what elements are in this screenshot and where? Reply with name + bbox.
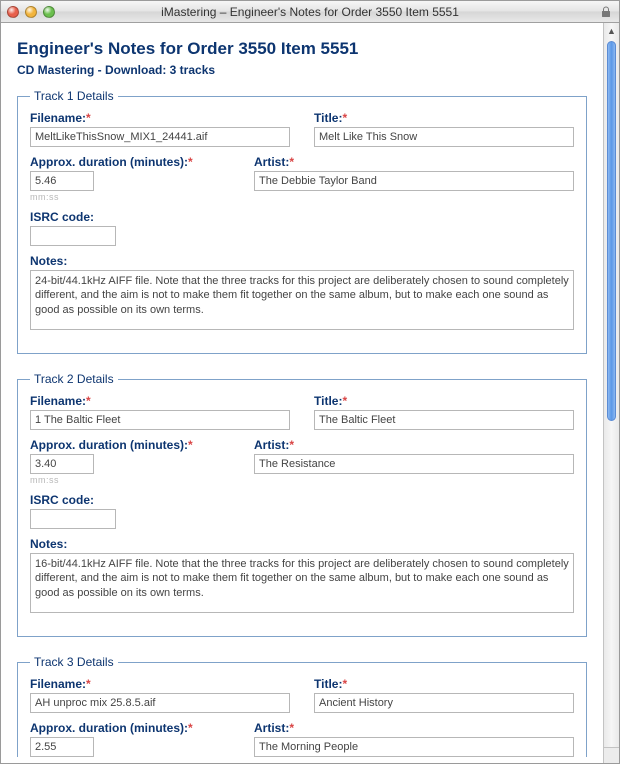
notes-label: Notes:: [30, 537, 574, 551]
track-3-fieldset: Track 3 Details Filename:* Title:* Appro…: [17, 655, 587, 757]
artist-label: Artist:*: [254, 438, 574, 452]
isrc-label: ISRC code:: [30, 493, 230, 507]
artist-input[interactable]: [254, 737, 574, 757]
filename-label: Filename:*: [30, 394, 290, 408]
duration-hint: mm:ss: [30, 475, 230, 485]
duration-label: Approx. duration (minutes):*: [30, 721, 230, 735]
artist-input[interactable]: [254, 171, 574, 191]
subtitle: CD Mastering - Download: 3 tracks: [17, 63, 587, 77]
title-input[interactable]: [314, 693, 574, 713]
artist-label: Artist:*: [254, 721, 574, 735]
page-title: Engineer's Notes for Order 3550 Item 555…: [17, 39, 587, 59]
duration-input[interactable]: [30, 454, 94, 474]
filename-input[interactable]: [30, 410, 290, 430]
filename-input[interactable]: [30, 693, 290, 713]
artist-label: Artist:*: [254, 155, 574, 169]
filename-input[interactable]: [30, 127, 290, 147]
track-3-legend: Track 3 Details: [30, 655, 118, 669]
track-2-legend: Track 2 Details: [30, 372, 118, 386]
filename-label: Filename:*: [30, 111, 290, 125]
title-label: Title:*: [314, 677, 574, 691]
window-controls: [7, 6, 55, 18]
scroll-thumb[interactable]: [607, 41, 616, 421]
duration-label: Approx. duration (minutes):*: [30, 155, 230, 169]
filename-label: Filename:*: [30, 677, 290, 691]
isrc-label: ISRC code:: [30, 210, 230, 224]
scroll-up-arrow[interactable]: ▲: [604, 23, 619, 39]
track-1-legend: Track 1 Details: [30, 89, 118, 103]
window-title: iMastering – Engineer's Notes for Order …: [1, 5, 619, 19]
duration-input[interactable]: [30, 737, 94, 757]
zoom-button[interactable]: [43, 6, 55, 18]
content-area: Engineer's Notes for Order 3550 Item 555…: [1, 23, 603, 763]
notes-textarea[interactable]: [30, 553, 574, 613]
duration-label: Approx. duration (minutes):*: [30, 438, 230, 452]
vertical-scrollbar[interactable]: ▲: [603, 23, 619, 763]
isrc-input[interactable]: [30, 509, 116, 529]
resize-grip[interactable]: [603, 747, 619, 763]
app-window: iMastering – Engineer's Notes for Order …: [0, 0, 620, 764]
artist-input[interactable]: [254, 454, 574, 474]
duration-input[interactable]: [30, 171, 94, 191]
track-1-fieldset: Track 1 Details Filename:* Title:* Appro…: [17, 89, 587, 354]
isrc-input[interactable]: [30, 226, 116, 246]
track-2-fieldset: Track 2 Details Filename:* Title:* Appro…: [17, 372, 587, 637]
title-label: Title:*: [314, 394, 574, 408]
duration-hint: mm:ss: [30, 192, 230, 202]
notes-textarea[interactable]: [30, 270, 574, 330]
close-button[interactable]: [7, 6, 19, 18]
lock-icon: [599, 5, 613, 19]
titlebar: iMastering – Engineer's Notes for Order …: [1, 1, 619, 23]
title-input[interactable]: [314, 410, 574, 430]
notes-label: Notes:: [30, 254, 574, 268]
title-input[interactable]: [314, 127, 574, 147]
minimize-button[interactable]: [25, 6, 37, 18]
title-label: Title:*: [314, 111, 574, 125]
